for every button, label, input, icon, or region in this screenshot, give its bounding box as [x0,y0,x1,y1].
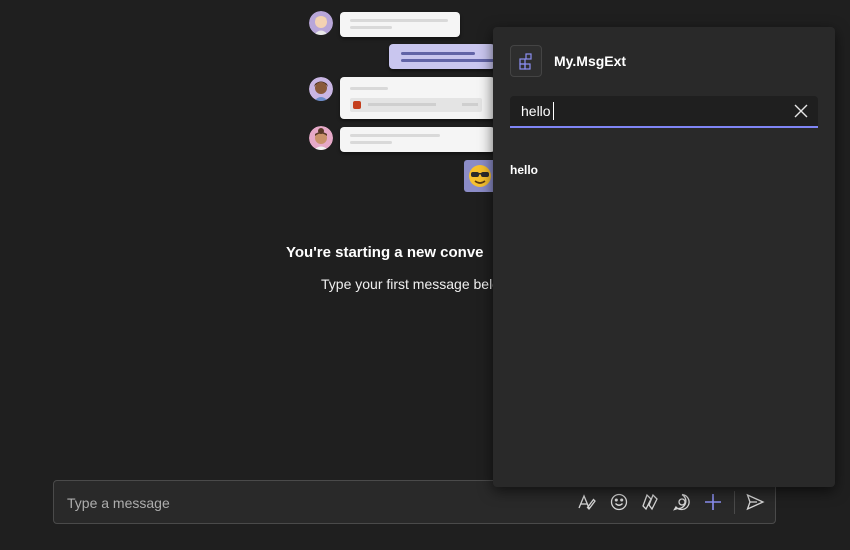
avatar [309,77,333,101]
loop-icon[interactable] [640,492,660,512]
message-card [340,77,495,119]
search-input[interactable]: hello [521,103,781,119]
send-icon[interactable] [745,492,765,512]
message-card [340,12,460,37]
search-result-item[interactable]: hello [510,163,538,177]
avatar [309,126,333,150]
app-name: My.MsgExt [554,53,627,69]
avatar [309,11,333,35]
empty-state-subtitle: Type your first message belo [321,276,500,292]
empty-state-title: You're starting a new conve [286,244,484,261]
text-caret [553,102,554,120]
messaging-extension-flyout: My.MsgExt hello hello [493,27,835,487]
divider [734,491,735,514]
close-icon[interactable] [794,104,808,118]
message-input[interactable]: Type a message [67,495,170,511]
emoji-sticker [464,160,496,192]
plus-icon[interactable] [703,492,723,512]
search-box[interactable]: hello [510,96,818,128]
message-card [389,44,495,69]
message-card [340,127,495,152]
emoji-icon[interactable] [609,492,629,512]
apps-icon [510,45,542,77]
format-icon[interactable] [577,492,597,512]
sticker-icon[interactable] [672,492,692,512]
